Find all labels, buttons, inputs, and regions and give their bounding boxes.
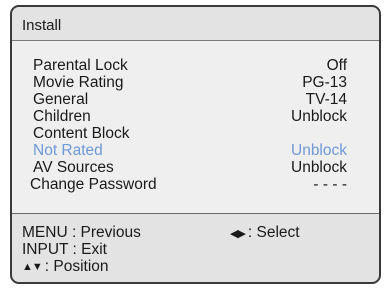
menu-item-value: - - - -: [313, 176, 347, 193]
input-hint: INPUT : Exit: [22, 241, 107, 258]
menu-item-general[interactable]: General TV-14: [12, 91, 379, 108]
menu-hint: MENU : Previous: [22, 224, 141, 241]
menu-list: Parental Lock Off Movie Rating PG-13 Gen…: [12, 41, 379, 214]
menu-item-value: Off: [326, 57, 347, 74]
menu-item-not-rated[interactable]: Not Rated Unblock: [12, 142, 379, 159]
up-down-arrows-icon: ▲▼: [22, 261, 43, 273]
menu-item-label: Parental Lock: [33, 57, 128, 74]
install-menu-window: Install Parental Lock Off Movie Rating P…: [10, 5, 381, 284]
menu-item-label: Content Block: [33, 125, 130, 142]
menu-item-movie-rating[interactable]: Movie Rating PG-13: [12, 74, 379, 91]
menu-item-value: Unblock: [291, 159, 347, 176]
select-hint: ◀▶ : Select: [230, 224, 300, 241]
menu-title: Install: [22, 17, 62, 34]
menu-item-change-password[interactable]: Change Password - - - -: [12, 176, 379, 193]
menu-item-label: Movie Rating: [33, 74, 124, 91]
title-bar: Install: [12, 7, 379, 41]
left-right-arrows-icon: ◀▶: [230, 227, 246, 240]
menu-item-av-sources[interactable]: AV Sources Unblock: [12, 159, 379, 176]
menu-item-label: Children: [33, 108, 91, 125]
menu-item-label: General: [33, 91, 89, 108]
menu-item-value: TV-14: [305, 91, 347, 108]
menu-item-label: AV Sources: [33, 159, 114, 176]
menu-item-content-block[interactable]: Content Block: [12, 125, 379, 142]
menu-item-children[interactable]: Children Unblock: [12, 108, 379, 125]
position-hint: ▲▼ : Position: [22, 258, 109, 275]
menu-item-value: PG-13: [302, 74, 347, 91]
menu-item-label: Not Rated: [33, 142, 103, 159]
menu-item-parental-lock[interactable]: Parental Lock Off: [12, 57, 379, 74]
menu-item-label: Change Password: [30, 176, 157, 193]
menu-item-value: Unblock: [291, 142, 347, 159]
help-panel: MENU : Previous INPUT : Exit ▲▼ : Positi…: [12, 214, 379, 282]
menu-item-value: Unblock: [291, 108, 347, 125]
